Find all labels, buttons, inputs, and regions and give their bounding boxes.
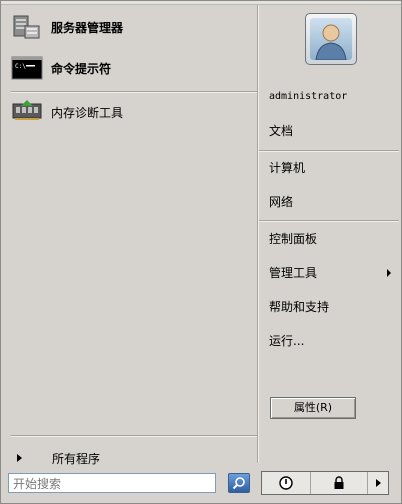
separator bbox=[259, 220, 399, 222]
pinned-item-label: 服务器管理器 bbox=[51, 20, 124, 35]
all-programs-label: 所有程序 bbox=[52, 451, 101, 466]
right-item-help[interactable]: 帮助和支持 bbox=[269, 297, 395, 317]
power-options-arrow-button[interactable] bbox=[368, 472, 388, 494]
pane-divider bbox=[257, 5, 259, 463]
pinned-item-server-manager[interactable]: 服务器管理器 bbox=[7, 12, 253, 42]
user-picture bbox=[310, 18, 352, 60]
separator bbox=[11, 435, 257, 437]
right-item-admin-tools[interactable]: 管理工具 bbox=[269, 263, 395, 283]
submenu-arrow-icon bbox=[387, 269, 391, 277]
pinned-item-label: 命令提示符 bbox=[51, 61, 112, 76]
right-item-run[interactable]: 运行... bbox=[269, 331, 395, 351]
separator bbox=[259, 150, 399, 152]
search-input[interactable] bbox=[8, 473, 216, 493]
svg-text:C:\: C:\ bbox=[15, 63, 26, 70]
server-manager-icon bbox=[11, 13, 43, 41]
shutdown-button[interactable] bbox=[262, 472, 311, 494]
right-item-label: 管理工具 bbox=[269, 266, 318, 280]
power-buttons bbox=[261, 471, 389, 495]
lock-button[interactable] bbox=[311, 472, 368, 494]
separator bbox=[11, 91, 257, 93]
start-menu: 服务器管理器 C:\ 命令提示符 内存诊断工具 所有程序 开始搜索 admini… bbox=[0, 0, 402, 504]
right-item-network[interactable]: 网络 bbox=[269, 192, 395, 212]
right-item-documents[interactable]: 文档 bbox=[269, 121, 395, 141]
memory-diagnostic-icon bbox=[11, 98, 43, 126]
menu-top-edge bbox=[1, 1, 401, 5]
user-avatar[interactable] bbox=[305, 13, 357, 65]
lock-icon bbox=[334, 476, 344, 489]
left-pane: 服务器管理器 C:\ 命令提示符 内存诊断工具 所有程序 bbox=[5, 7, 257, 466]
all-programs-button[interactable]: 所有程序 bbox=[11, 447, 255, 469]
pinned-item-command-prompt[interactable]: C:\ 命令提示符 bbox=[7, 53, 253, 83]
recent-item-label: 内存诊断工具 bbox=[51, 105, 124, 120]
search-icon bbox=[232, 477, 245, 490]
right-item-computer[interactable]: 计算机 bbox=[269, 158, 395, 178]
right-item-control-panel[interactable]: 控制面板 bbox=[269, 229, 395, 249]
recent-item-memory-diagnostic[interactable]: 内存诊断工具 bbox=[7, 97, 253, 127]
arrow-right-icon bbox=[375, 479, 381, 487]
search-button[interactable] bbox=[228, 473, 250, 493]
properties-button[interactable]: 属性(R) bbox=[270, 397, 356, 419]
search-row bbox=[8, 473, 252, 495]
command-prompt-icon: C:\ bbox=[11, 54, 43, 82]
power-icon bbox=[279, 476, 293, 490]
username: administrator bbox=[269, 91, 348, 102]
arrow-right-icon bbox=[17, 454, 22, 462]
